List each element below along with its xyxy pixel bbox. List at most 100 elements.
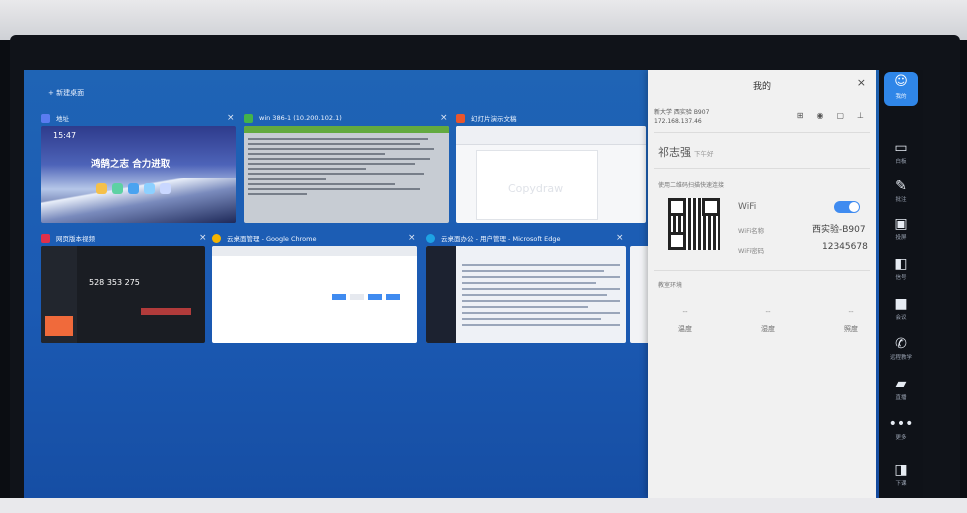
toolbar-exit-button[interactable]: ◨ 下课: [879, 462, 923, 487]
wifi-label: WiFi: [738, 202, 757, 212]
wifi-name-key: WiFi名称: [738, 227, 765, 235]
network-info: 新大学 西实验 B907 172.168.137.46: [654, 108, 709, 126]
toolbar-label: 信号: [895, 275, 907, 281]
toolbar-label: 投屏: [895, 235, 907, 241]
reading-label: 照度: [844, 325, 858, 333]
task-title: 幻灯片演示文稿: [471, 115, 517, 123]
toolbar-annotate-button[interactable]: ✎ 批注: [879, 178, 923, 203]
task-header-desktop: 地址 ×: [41, 112, 236, 124]
user-name: 祁志强: [658, 146, 691, 159]
toolbar-meeting-button[interactable]: ■ 会议: [879, 296, 923, 321]
task-title: 云桌面办公 - 用户管理 - Microsoft Edge: [441, 235, 561, 243]
wifi-pwd-value: 12345678: [822, 242, 868, 252]
dock-icons: [96, 183, 171, 194]
task-title: win 386-1 (10.200.102.1): [259, 114, 342, 122]
toolbar-live-button[interactable]: ▰ 直播: [879, 376, 923, 401]
network-icons: ⊞ ◉ ▢ ⊥: [797, 111, 864, 120]
close-icon[interactable]: ×: [440, 113, 448, 123]
pen-icon: ✎: [895, 178, 907, 194]
photo-background-top: [0, 0, 967, 40]
video-stats: 528 353 275: [89, 278, 140, 287]
desktop-app-icon: [41, 113, 50, 123]
whiteboard-icon: ▭: [894, 140, 908, 156]
task-header-terminal: win 386-1 (10.200.102.1) ×: [244, 112, 449, 124]
environment-readings: -- 温度 -- 湿度 -- 照度: [678, 308, 858, 334]
side-toolbar: ☺ 我的 ▭ 白板 ✎ 批注 ▣ 投屏 ◧ 信号 ■ 会议 ✆ 远程教学 ▰ 直…: [879, 70, 923, 498]
multitask-view: + 新建桌面 地址 × win 386-1 (10.200.102.1) × 幻…: [24, 70, 879, 498]
toolbar-signal-button[interactable]: ◧ 信号: [879, 256, 923, 281]
task-thumbnail-video[interactable]: 528 353 275: [41, 246, 205, 343]
wifi-pwd-key: WiFi密码: [738, 247, 765, 255]
toolbar-label: 直播: [895, 395, 907, 401]
scene-label: 教室环境: [658, 282, 683, 289]
phone-icon: ✆: [895, 336, 907, 352]
task-header-office: 幻灯片演示文稿: [456, 112, 646, 124]
exit-icon: ◨: [894, 462, 908, 478]
toolbar-label: 会议: [895, 315, 907, 321]
video-icon: ■: [894, 296, 908, 312]
new-desktop-button[interactable]: + 新建桌面: [48, 88, 84, 98]
video-app-icon: [41, 233, 50, 243]
more-icon: •••: [888, 416, 914, 432]
screen-icon: ▣: [894, 216, 908, 232]
reading-value: --: [848, 308, 854, 316]
cast-icon[interactable]: ▢: [836, 111, 844, 120]
task-thumbnail-chrome[interactable]: [212, 246, 417, 343]
toolbar-cast-button[interactable]: ▣ 投屏: [879, 216, 923, 241]
toolbar-more-button[interactable]: ••• 更多: [879, 416, 923, 441]
task-header-chrome: 云桌面管理 - Google Chrome ×: [212, 232, 417, 244]
chrome-icon: [212, 233, 221, 243]
toolbar-label: 下课: [895, 481, 907, 487]
task-thumbnail-desktop[interactable]: 15:47 鸿鹄之志 合力进取: [41, 126, 236, 223]
edge-icon: [426, 233, 435, 243]
close-icon[interactable]: ×: [857, 76, 866, 89]
toolbar-label: 更多: [895, 435, 907, 441]
task-header-video: 网页版本视频 ×: [41, 232, 207, 244]
greeting-text: 下午好: [694, 150, 714, 158]
reading-value: --: [765, 308, 771, 316]
panel-title: 我的: [752, 82, 771, 92]
user-greeting: 祁志强 下午好: [658, 144, 714, 160]
wifi-qr-code: [668, 198, 720, 250]
close-icon[interactable]: ×: [227, 113, 235, 123]
toolbar-whiteboard-button[interactable]: ▭ 白板: [879, 140, 923, 165]
clock-text: 15:47: [53, 131, 77, 140]
network-name: 新大学 西实验 B907: [654, 109, 710, 116]
signal-icon: ◧: [894, 256, 908, 272]
task-thumbnail-office[interactable]: Copydraw: [456, 126, 646, 223]
office-app-icon: [456, 113, 465, 123]
toolbar-label: 我的: [895, 94, 907, 100]
my-panel: 我的 × 新大学 西实验 B907 172.168.137.46 ⊞ ◉ ▢ ⊥…: [648, 70, 876, 498]
settings-icon[interactable]: ⊞: [797, 111, 804, 120]
reading-value: --: [682, 308, 688, 316]
humidity-item: -- 湿度: [761, 308, 775, 334]
close-icon[interactable]: ×: [408, 233, 416, 243]
temperature-item: -- 温度: [678, 308, 692, 334]
task-title: 网页版本视频: [56, 235, 95, 243]
document-watermark: Copydraw: [508, 182, 564, 195]
toolbar-label: 批注: [895, 197, 907, 203]
close-icon[interactable]: ×: [199, 233, 207, 243]
user-icon: ☺: [894, 74, 908, 89]
toolbar-label: 远程教学: [889, 355, 912, 361]
live-icon: ▰: [895, 376, 907, 392]
ip-address: 172.168.137.46: [654, 118, 702, 125]
illuminance-item: -- 照度: [844, 308, 858, 334]
terminal-app-icon: [244, 113, 253, 123]
reading-label: 温度: [678, 325, 692, 333]
task-title: 地址: [56, 115, 69, 123]
task-title: 云桌面管理 - Google Chrome: [227, 235, 317, 243]
toolbar-label: 白板: [895, 159, 907, 165]
toolbar-remote-button[interactable]: ✆ 远程教学: [879, 336, 923, 361]
wifi-icon[interactable]: ◉: [816, 111, 823, 120]
photo-background-bottom: [0, 498, 967, 513]
task-thumbnail-edge[interactable]: [426, 246, 626, 343]
task-header-edge: 云桌面办公 - 用户管理 - Microsoft Edge ×: [426, 232, 626, 244]
close-icon[interactable]: ×: [616, 233, 624, 243]
wifi-name-value: 西实验-B907: [812, 225, 866, 235]
toolbar-my-button[interactable]: ☺ 我的: [884, 72, 918, 106]
wifi-toggle[interactable]: [834, 201, 860, 213]
task-thumbnail-terminal[interactable]: [244, 126, 449, 223]
wallpaper-slogan: 鸿鹄之志 合力进取: [91, 159, 171, 170]
network-icon[interactable]: ⊥: [857, 111, 864, 120]
